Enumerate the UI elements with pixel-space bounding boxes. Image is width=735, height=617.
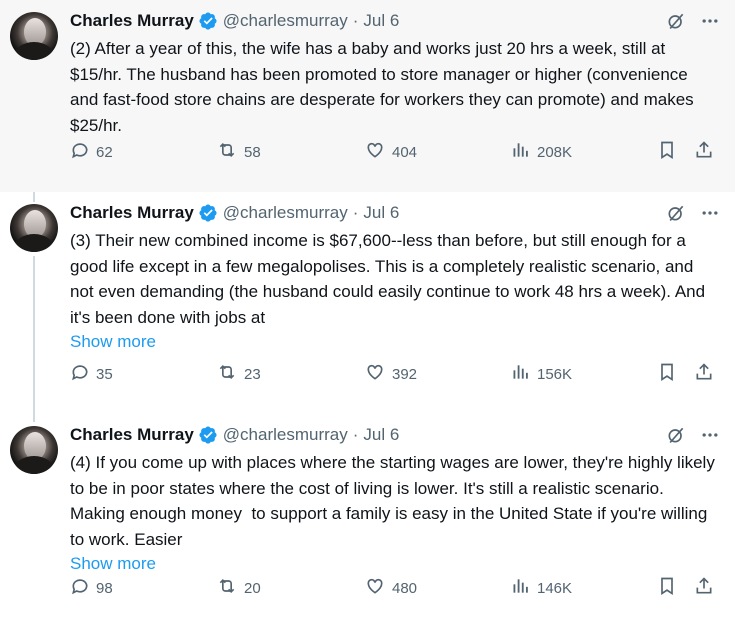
views-icon [511, 362, 537, 386]
repost-button[interactable]: 20 [216, 576, 261, 600]
reply-count: 35 [96, 365, 113, 383]
tweet-header: Charles Murray @charlesmurray · Jul 6 [70, 8, 720, 34]
share-button[interactable] [694, 140, 720, 164]
like-icon [364, 362, 392, 386]
bookmark-button[interactable] [657, 362, 683, 386]
tweet[interactable]: Charles Murray @charlesmurray · Jul 6 (4… [0, 414, 735, 617]
share-icon [694, 362, 720, 386]
author-handle[interactable]: @charlesmurray [223, 11, 348, 31]
share-icon [694, 140, 720, 164]
avatar[interactable] [10, 12, 58, 60]
views-count: 208K [537, 143, 573, 161]
repost-count: 20 [244, 579, 261, 597]
repost-button[interactable]: 58 [216, 140, 261, 164]
reply-button[interactable]: 98 [70, 576, 113, 600]
tweet[interactable]: Charles Murray @charlesmurray · Jul 6 (2… [0, 0, 735, 192]
separator: · [352, 425, 359, 444]
separator: · [352, 11, 359, 30]
reply-icon [70, 140, 96, 164]
avatar[interactable] [10, 426, 58, 474]
like-button[interactable]: 392 [364, 362, 417, 386]
repost-icon [216, 362, 244, 386]
verified-badge-icon [198, 425, 218, 445]
author-name[interactable]: Charles Murray [70, 11, 194, 31]
bookmark-icon [657, 362, 683, 386]
like-count: 404 [392, 143, 418, 161]
more-icon[interactable] [700, 425, 720, 445]
author-name[interactable]: Charles Murray [70, 203, 194, 223]
views-icon [511, 140, 537, 164]
show-more-link[interactable]: Show more [70, 552, 720, 576]
like-icon [364, 576, 392, 600]
thread: Charles Murray @charlesmurray · Jul 6 (2… [0, 0, 735, 617]
bookmark-button[interactable] [657, 576, 683, 600]
reply-count: 62 [96, 143, 113, 161]
like-button[interactable]: 480 [364, 576, 417, 600]
views-count: 146K [537, 579, 573, 597]
reply-button[interactable]: 35 [70, 362, 113, 386]
bookmark-icon [657, 576, 683, 600]
grok-icon[interactable] [666, 11, 686, 31]
grok-icon[interactable] [666, 203, 686, 223]
views-count: 156K [537, 365, 573, 383]
views-button[interactable]: 156K [511, 362, 572, 386]
author-handle[interactable]: @charlesmurray [223, 203, 348, 223]
like-button[interactable]: 404 [364, 140, 417, 164]
views-button[interactable]: 208K [511, 140, 572, 164]
tweet-header: Charles Murray @charlesmurray · Jul 6 [70, 200, 720, 226]
tweet-date[interactable]: Jul 6 [363, 11, 399, 31]
author-name[interactable]: Charles Murray [70, 425, 194, 445]
tweet-header: Charles Murray @charlesmurray · Jul 6 [70, 422, 720, 448]
bookmark-icon [657, 140, 683, 164]
verified-badge-icon [198, 11, 218, 31]
share-button[interactable] [694, 362, 720, 386]
like-count: 392 [392, 365, 418, 383]
repost-count: 23 [244, 365, 261, 383]
author-handle[interactable]: @charlesmurray [223, 425, 348, 445]
views-icon [511, 576, 537, 600]
more-icon[interactable] [700, 203, 720, 223]
separator: · [352, 203, 359, 222]
bookmark-button[interactable] [657, 140, 683, 164]
views-button[interactable]: 146K [511, 576, 572, 600]
tweet-text: (3) Their new combined income is $67,600… [70, 231, 710, 327]
repost-icon [216, 140, 244, 164]
tweet-date[interactable]: Jul 6 [363, 203, 399, 223]
reply-icon [70, 362, 96, 386]
more-icon[interactable] [700, 11, 720, 31]
avatar[interactable] [10, 204, 58, 252]
reply-count: 98 [96, 579, 113, 597]
like-count: 480 [392, 579, 418, 597]
repost-button[interactable]: 23 [216, 362, 261, 386]
tweet-text: (4) If you come up with places where the… [70, 453, 720, 549]
repost-count: 58 [244, 143, 261, 161]
reply-button[interactable]: 62 [70, 140, 113, 164]
share-icon [694, 576, 720, 600]
tweet[interactable]: Charles Murray @charlesmurray · Jul 6 (3… [0, 192, 735, 414]
reply-icon [70, 576, 96, 600]
repost-icon [216, 576, 244, 600]
share-button[interactable] [694, 576, 720, 600]
verified-badge-icon [198, 203, 218, 223]
grok-icon[interactable] [666, 425, 686, 445]
tweet-text: (2) After a year of this, the wife has a… [70, 39, 699, 135]
show-more-link[interactable]: Show more [70, 330, 720, 354]
like-icon [364, 140, 392, 164]
tweet-date[interactable]: Jul 6 [363, 425, 399, 445]
